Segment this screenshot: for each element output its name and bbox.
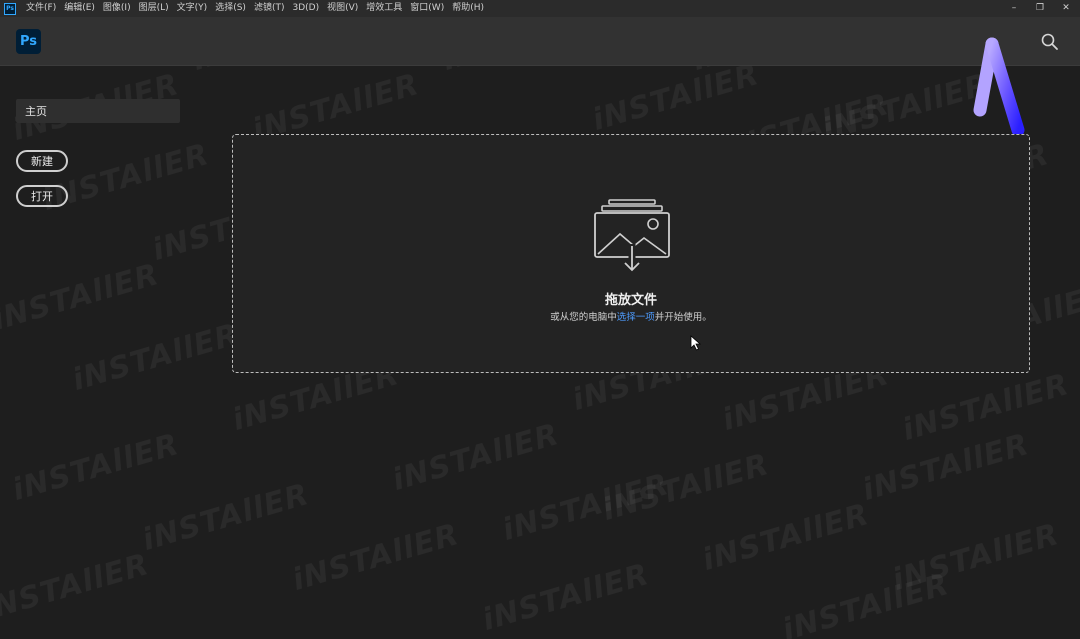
sidebar-item-home-label: 主页	[25, 105, 47, 118]
menu-window[interactable]: 窗口(W)	[406, 0, 448, 17]
watermark-text: iNSTAllER	[288, 517, 464, 598]
minimize-button[interactable]: –	[1008, 0, 1020, 17]
app-header: Ps	[0, 17, 1080, 66]
image-stack-download-icon	[594, 199, 670, 272]
menu-3d[interactable]: 3D(D)	[288, 0, 323, 17]
watermark-text: iNSTAllER	[38, 137, 214, 218]
menu-file[interactable]: 文件(F)	[22, 0, 60, 17]
watermark-text: iNSTAllER	[898, 367, 1074, 448]
watermark-text: iNSTAllER	[498, 467, 674, 548]
new-button[interactable]: 新建	[16, 150, 68, 172]
watermark-text: iNSTAllER	[8, 427, 184, 508]
menu-select[interactable]: 选择(S)	[211, 0, 250, 17]
watermark-text: iNSTAllER	[388, 417, 564, 498]
select-file-link[interactable]: 选择一项	[617, 312, 655, 323]
watermark-text: iNSTAllER	[598, 447, 774, 528]
photoshop-logo: Ps	[16, 29, 41, 54]
watermark-text: iNSTAllER	[0, 257, 164, 338]
menu-edit[interactable]: 编辑(E)	[60, 0, 99, 17]
watermark-text: iNSTAllER	[68, 317, 244, 398]
menu-filter[interactable]: 滤镜(T)	[250, 0, 289, 17]
file-drop-zone[interactable]: 拖放文件 或从您的电脑中选择一项并开始使用。	[232, 134, 1030, 373]
sidebar-item-home[interactable]: 主页	[16, 99, 180, 123]
window-controls: – ❐ ✕	[1008, 0, 1072, 17]
menu-plugins[interactable]: 增效工具	[362, 0, 406, 17]
watermark-text: iNSTAllER	[0, 547, 154, 628]
close-button[interactable]: ✕	[1060, 0, 1072, 17]
drop-zone-subtitle-suffix: 并开始使用。	[654, 312, 712, 323]
menu-view[interactable]: 视图(V)	[323, 0, 362, 17]
app-mini-logo[interactable]: Ps	[4, 2, 16, 15]
drop-zone-subtitle-prefix: 或从您的电脑中	[550, 312, 617, 323]
restore-button[interactable]: ❐	[1034, 0, 1046, 17]
search-button[interactable]	[1040, 32, 1060, 52]
watermark-text: iNSTAllER	[888, 517, 1064, 598]
watermark-text: iNSTAllER	[138, 477, 314, 558]
watermark-text: iNSTAllER	[858, 427, 1034, 508]
menu-image[interactable]: 图像(I)	[99, 0, 135, 17]
menu-bar: Ps 文件(F) 编辑(E) 图像(I) 图层(L) 文字(Y) 选择(S) 滤…	[0, 0, 1080, 17]
watermark-text: iNSTAllER	[778, 567, 954, 639]
mouse-cursor-icon	[690, 335, 702, 351]
search-icon	[1041, 33, 1058, 50]
open-button[interactable]: 打开	[16, 185, 68, 207]
drop-zone-title: 拖放文件	[604, 293, 657, 308]
drop-zone-subtitle: 或从您的电脑中选择一项并开始使用。	[233, 309, 1029, 323]
menu-type[interactable]: 文字(Y)	[173, 0, 212, 17]
menu-help[interactable]: 帮助(H)	[448, 0, 488, 17]
watermark-text: iNSTAllER	[698, 497, 874, 578]
menu-layer[interactable]: 图层(L)	[135, 0, 173, 17]
photoshop-home-window: iNSTAllER iNSTAllER iNSTAllER iNSTAllER …	[0, 0, 1080, 639]
watermark-text: iNSTAllER	[588, 57, 764, 138]
watermark-text: iNSTAllER	[478, 557, 654, 638]
